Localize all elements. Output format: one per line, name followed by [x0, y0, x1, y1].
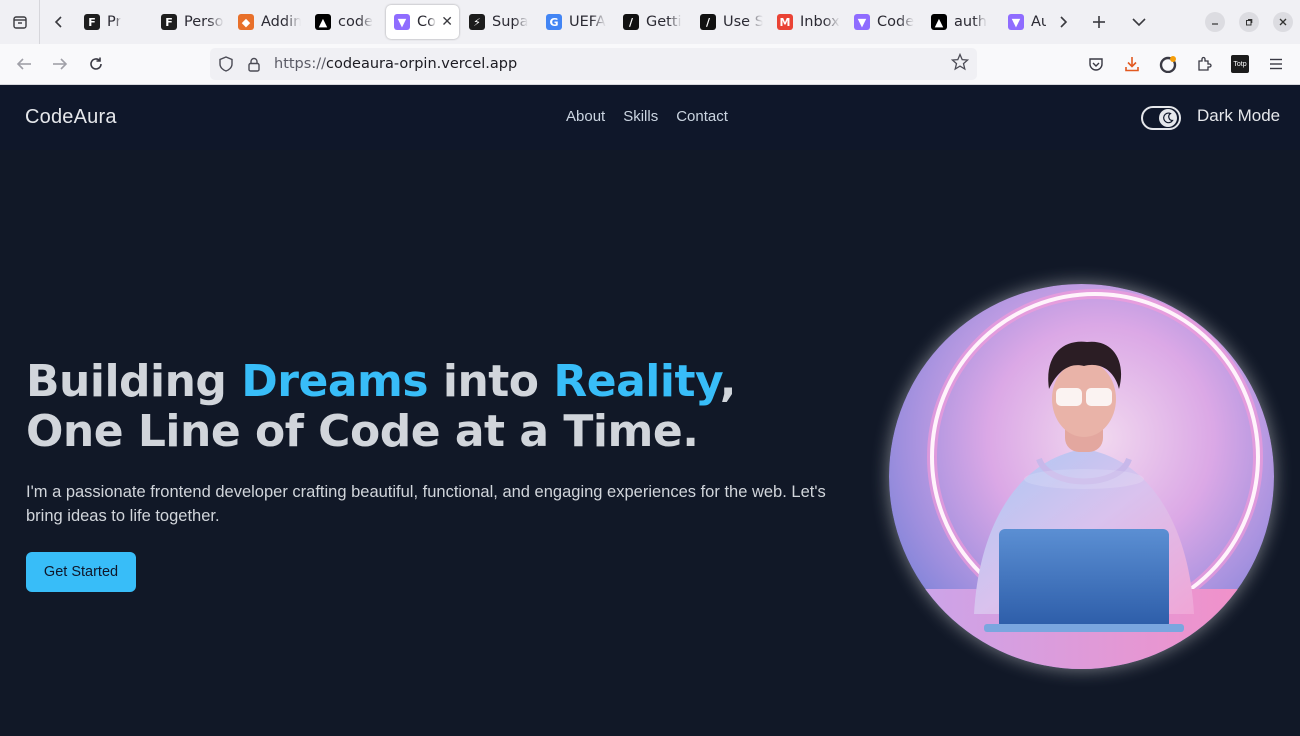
browser-tab-title: Adding	[261, 14, 301, 30]
browser-tab-title: Personal	[184, 14, 224, 30]
browser-tab[interactable]: F Personal	[153, 5, 230, 39]
browser-tab-title: UEFA	[569, 14, 606, 30]
figma-icon: F	[161, 14, 177, 30]
browser-tab[interactable]: ▲ code	[307, 5, 384, 39]
forward-icon[interactable]	[42, 48, 78, 80]
vite-icon: ▼	[1008, 14, 1024, 30]
browser-tab[interactable]: ◆ Adding	[230, 5, 307, 39]
browser-tab[interactable]: / Use S	[692, 5, 769, 39]
browser-tab-title: Getti	[646, 14, 682, 30]
browser-tab-title: Supa	[492, 14, 529, 30]
nav-skills-link[interactable]: Skills	[623, 108, 658, 125]
scroll-tabs-left-icon[interactable]	[42, 5, 76, 39]
menu-hamburger-icon[interactable]	[1258, 48, 1294, 80]
gitlab-icon: ◆	[238, 14, 254, 30]
pocket-icon[interactable]	[1078, 48, 1114, 80]
totp-extension-icon[interactable]: Totp	[1222, 48, 1258, 80]
google-icon: G	[546, 14, 562, 30]
browser-tab[interactable]: G UEFA	[538, 5, 615, 39]
dark-mode-toggle[interactable]	[1141, 106, 1181, 130]
page-content: CodeAura About Skills Contact Dark Mode …	[0, 85, 1300, 736]
browser-tab-title: Pr	[107, 14, 122, 30]
bookmark-star-icon[interactable]	[950, 52, 970, 76]
nav-contact-link[interactable]: Contact	[676, 108, 728, 125]
browser-tab-bar: F Pr F Personal ◆ Adding ▲ code ▼ Co ✕ ⚡ Supa G UEFA / G…	[0, 0, 1300, 44]
shadcn-icon: /	[623, 14, 639, 30]
vercel-icon: ▲	[315, 14, 331, 30]
browser-nav-bar: https://codeaura-orpin.vercel.app Totp	[0, 44, 1300, 85]
restore-icon[interactable]	[1239, 12, 1259, 32]
close-tab-icon[interactable]: ✕	[441, 14, 453, 30]
url-scheme: https://	[274, 56, 326, 72]
list-tabs-chevron-down-icon[interactable]	[1122, 5, 1156, 39]
browser-tab-title: Code	[877, 14, 915, 30]
nav-about-link[interactable]: About	[566, 108, 605, 125]
reload-icon[interactable]	[78, 48, 114, 80]
extensions-icon[interactable]	[1186, 48, 1222, 80]
url-text[interactable]: https://codeaura-orpin.vercel.app	[274, 56, 517, 72]
get-started-button[interactable]: Get Started	[26, 552, 136, 592]
browser-tab[interactable]: ⚡ Supa	[461, 5, 538, 39]
site-header: CodeAura About Skills Contact Dark Mode	[0, 85, 1300, 150]
brand-logo[interactable]: CodeAura	[25, 106, 117, 129]
vite-icon: ▼	[394, 14, 410, 30]
hero-title-part: into	[428, 356, 554, 407]
back-icon[interactable]	[6, 48, 42, 80]
divider	[39, 0, 40, 44]
gmail-icon: M	[777, 14, 793, 30]
downloads-icon[interactable]	[1114, 48, 1150, 80]
browser-tab-title: auth	[954, 14, 987, 30]
shadcn-icon: /	[700, 14, 716, 30]
minimize-icon[interactable]	[1205, 12, 1225, 32]
browser-tab[interactable]: ▼ Code	[846, 5, 923, 39]
vite-icon: ▼	[854, 14, 870, 30]
browser-tab[interactable]: M Inbox	[769, 5, 846, 39]
browser-tab[interactable]: ▲ auth	[923, 5, 1000, 39]
totp-extension-label: Totp	[1231, 55, 1249, 73]
tab-overview-icon[interactable]	[3, 5, 37, 39]
browser-tab-title: code	[338, 14, 373, 30]
supabase-icon: ⚡	[469, 14, 485, 30]
hero-title-part: Building	[26, 356, 242, 407]
developer-portrait-image	[889, 284, 1274, 669]
browser-tab[interactable]: ▼ Auth	[1000, 5, 1046, 39]
figma-icon: F	[84, 14, 100, 30]
main-nav: About Skills Contact	[566, 108, 746, 125]
browser-tab[interactable]: F Pr	[76, 5, 153, 39]
scroll-tabs-right-icon[interactable]	[1046, 5, 1080, 39]
shield-icon[interactable]	[212, 56, 240, 72]
moon-icon	[1159, 109, 1177, 127]
hero-title: Building Dreams into Reality, One Line o…	[26, 357, 846, 457]
browser-tab[interactable]: ▼ Co ✕	[386, 5, 459, 39]
tab-strip: F Pr F Personal ◆ Adding ▲ code ▼ Co ✕ ⚡ Supa G UEFA / G…	[76, 0, 1046, 44]
browser-tab-title: Auth	[1031, 14, 1046, 30]
browser-tab-title: Inbox	[800, 14, 840, 30]
url-host: codeaura-orpin.vercel.app	[325, 56, 518, 72]
new-tab-icon[interactable]	[1082, 5, 1116, 39]
hero-title-highlight: Dreams	[241, 356, 429, 407]
browser-tab-title: Co	[417, 14, 436, 30]
vercel-icon: ▲	[931, 14, 947, 30]
close-window-icon[interactable]	[1273, 12, 1293, 32]
lock-icon[interactable]	[240, 57, 268, 72]
hero-subtitle: I'm a passionate frontend developer craf…	[26, 483, 826, 525]
browser-tab-title: Use S	[723, 14, 763, 30]
dark-mode-label: Dark Mode	[1197, 106, 1281, 125]
url-bar[interactable]: https://codeaura-orpin.vercel.app	[210, 48, 977, 80]
account-icon[interactable]	[1150, 48, 1186, 80]
hero-title-highlight: Reality	[553, 356, 720, 407]
browser-tab[interactable]: / Getti	[615, 5, 692, 39]
